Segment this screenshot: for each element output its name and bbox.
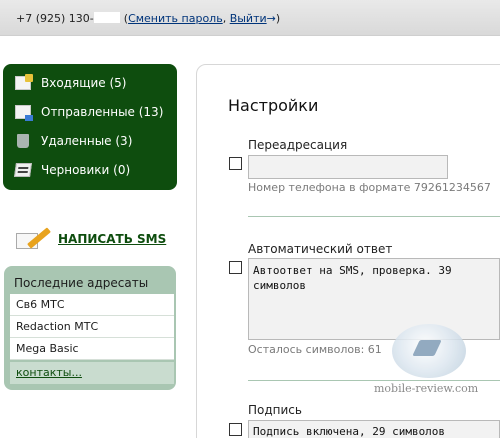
autoreply-textarea[interactable]: Автоответ на SMS, проверка. 39 символов (248, 258, 500, 340)
autoreply-chars-left: Осталось символов: 61 (248, 343, 382, 356)
folder-label: Отправленные (13) (41, 105, 164, 119)
write-sms-icon (16, 227, 52, 251)
autoreply-label: Автоматический ответ (248, 242, 393, 256)
write-sms-button[interactable]: НАПИСАТЬ SMS (16, 226, 166, 252)
page-title: Настройки (228, 96, 319, 115)
sent-icon (15, 105, 33, 121)
divider (248, 380, 500, 381)
separator: , (222, 12, 227, 25)
forward-label: Переадресация (248, 138, 348, 152)
recent-item[interactable]: Mega Basic (10, 338, 174, 360)
hidden-digits (93, 12, 120, 23)
recent-list: Св6 МТС Redaction МТС Mega Basic (10, 294, 174, 360)
change-password-link[interactable]: Сменить пароль (128, 12, 223, 25)
recent-item[interactable]: Св6 МТС (10, 294, 174, 316)
watermark-logo-icon (392, 324, 466, 378)
signature-textarea[interactable]: Подпись включена, 29 символов (248, 420, 500, 438)
autoreply-checkbox[interactable] (229, 261, 242, 274)
folder-label: Входящие (5) (41, 76, 127, 90)
forward-checkbox[interactable] (229, 157, 242, 170)
contacts-row: контакты... (10, 362, 174, 384)
folders-panel: Входящие (5) Отправленные (13) Удаленные… (3, 64, 177, 190)
phone-number: +7 (925) 130- (16, 12, 94, 25)
folder-inbox[interactable]: Входящие (5) (15, 74, 127, 92)
top-bar: +7 (925) 130- (Сменить пароль, Выйти→) (0, 0, 500, 36)
folder-sent[interactable]: Отправленные (13) (15, 103, 163, 121)
contacts-link[interactable]: контакты... (16, 366, 82, 379)
recent-title: Последние адресаты (14, 276, 149, 290)
drafts-icon (14, 163, 32, 177)
divider (248, 216, 500, 217)
recent-recipients-panel: Последние адресаты Св6 МТС Redaction МТС… (4, 266, 176, 390)
folder-deleted[interactable]: Удаленные (3) (15, 132, 132, 150)
folder-label: Черновики (0) (41, 163, 131, 177)
recent-item[interactable]: Redaction МТС (10, 316, 174, 338)
inbox-icon (15, 74, 33, 90)
signature-label: Подпись (248, 403, 302, 417)
trash-icon (17, 134, 29, 148)
logout-link[interactable]: Выйти (230, 12, 267, 25)
write-sms-link[interactable]: НАПИСАТЬ SMS (58, 232, 166, 246)
paren-close: ) (275, 12, 281, 25)
forward-phone-input[interactable] (248, 155, 448, 179)
watermark-text: mobile-review.com (374, 382, 479, 395)
folder-drafts[interactable]: Черновики (0) (14, 161, 131, 179)
account-line: +7 (925) 130- (Сменить пароль, Выйти→) (16, 12, 280, 25)
forward-hint: Номер телефона в формате 79261234567 (248, 181, 491, 194)
signature-checkbox[interactable] (229, 423, 242, 436)
logout-arrow-icon: → (266, 12, 276, 25)
folder-label: Удаленные (3) (41, 134, 133, 148)
